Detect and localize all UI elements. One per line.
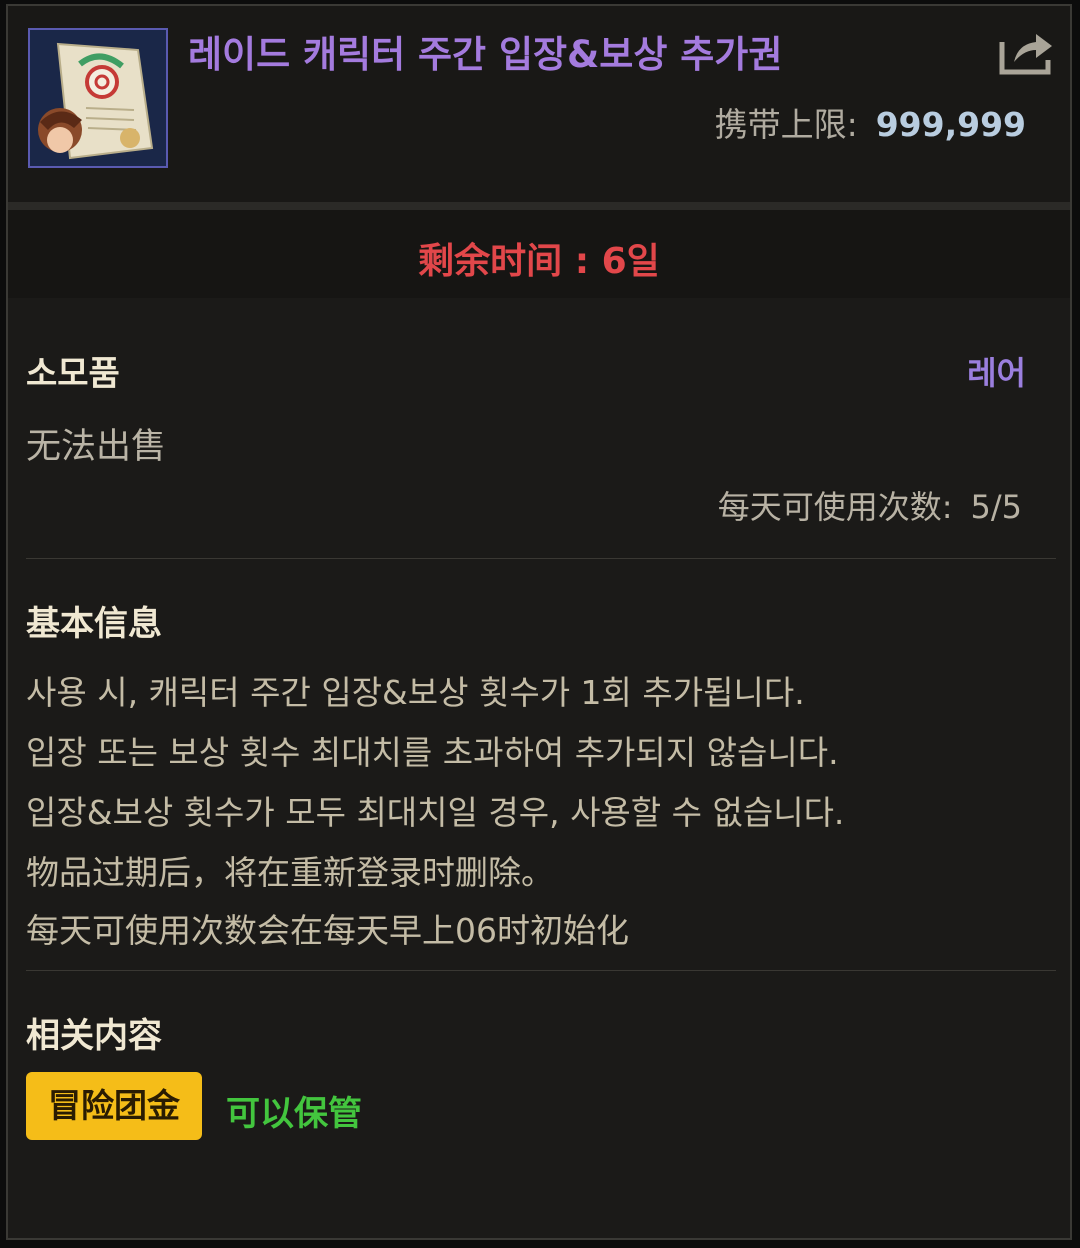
carry-limit-value: 999,999 (875, 105, 1026, 144)
adventure-gold-tag: 冒险团金 (26, 1072, 202, 1140)
tooltip-header: 레이드 캐릭터 주간 입장&보상 추가권 携带上限: 999,999 (8, 6, 1070, 202)
related-content-title: 相关内容 (26, 1016, 162, 1056)
item-category: 소모품 (26, 354, 120, 394)
remaining-time-band: 剩余时间 : 6일 (8, 210, 1070, 298)
share-icon (999, 34, 1052, 75)
share-button[interactable] (996, 28, 1058, 78)
section-divider (26, 558, 1056, 559)
daily-uses: 每天可使用次数: 5/5 (718, 482, 1022, 528)
description-line: 每天可使用次数会在每天早上06时初始化 (26, 911, 629, 950)
storable-status: 可以保管 (226, 1094, 362, 1134)
daily-uses-value: 5/5 (970, 488, 1023, 526)
header-divider (8, 202, 1070, 210)
sell-status: 无法出售 (26, 427, 167, 467)
daily-uses-label: 每天可使用次数: (717, 488, 953, 526)
raid-ticket-scroll-icon (28, 28, 168, 168)
item-rarity: 레어 (967, 354, 1026, 392)
basic-info-title: 基本信息 (26, 604, 162, 644)
remaining-time: 剩余时间 : 6일 (418, 241, 660, 282)
carry-limit: 携带上限: 999,999 (715, 98, 1026, 146)
description-line: 입장 또는 보상 횟수 최대치를 초과하여 추가되지 않습니다. (26, 733, 839, 772)
section-divider (26, 970, 1056, 971)
carry-limit-label: 携带上限: (714, 105, 858, 144)
description-line: 物品过期后，将在重新登录时删除。 (26, 853, 554, 892)
item-title: 레이드 캐릭터 주간 입장&보상 추가권 (188, 33, 783, 76)
description-line: 사용 시, 캐릭터 주간 입장&보상 횟수가 1회 추가됩니다. (26, 673, 805, 712)
item-tooltip: 레이드 캐릭터 주간 입장&보상 추가권 携带上限: 999,999 剩余时间 :… (6, 4, 1072, 1240)
description-line: 입장&보상 횟수가 모두 최대치일 경우, 사용할 수 없습니다. (26, 793, 845, 832)
